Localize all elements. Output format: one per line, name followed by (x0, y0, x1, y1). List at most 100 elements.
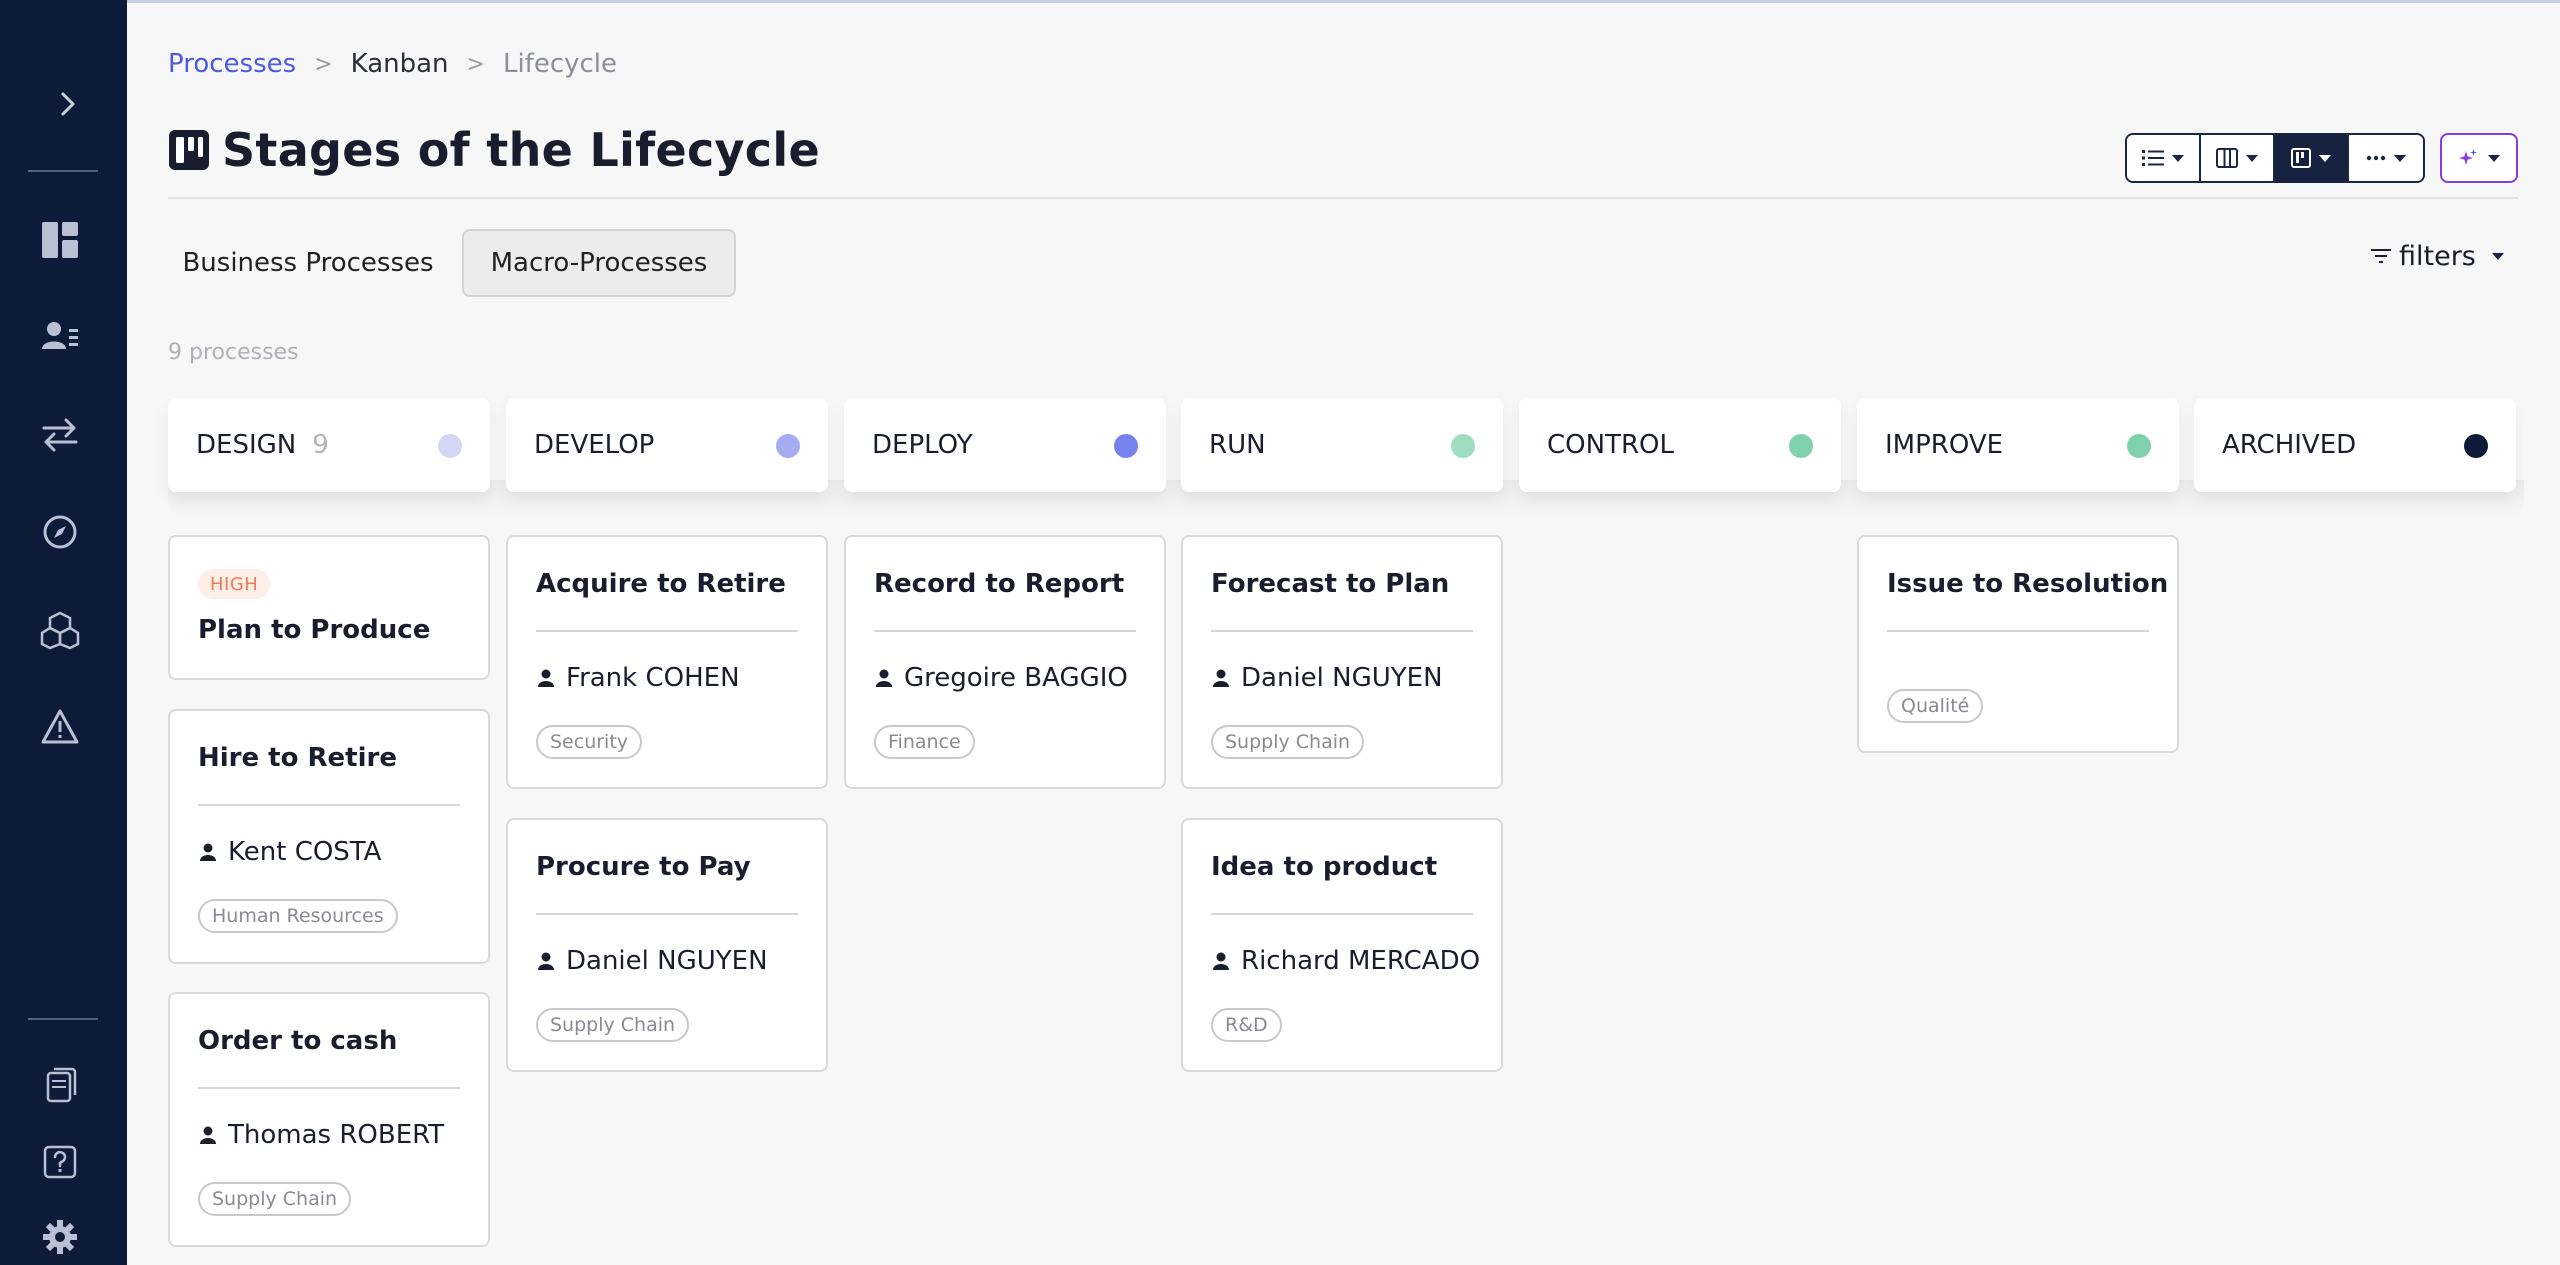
documents-icon[interactable] (38, 1063, 82, 1107)
column-header-improve[interactable]: IMPROVE (1857, 398, 2179, 492)
columns-view-button[interactable] (2201, 135, 2275, 181)
card-owner: Kent COSTA (198, 837, 381, 867)
transfer-arrows-icon[interactable] (38, 412, 82, 456)
breadcrumb-separator: > (314, 51, 333, 77)
stage-color-dot (1114, 434, 1138, 458)
column-count: 9 (312, 430, 329, 460)
domain-tag: Supply Chain (1211, 725, 1365, 759)
kanban-view-button[interactable] (2275, 135, 2349, 181)
card-divider (536, 630, 798, 632)
owner-name: Daniel NGUYEN (566, 946, 768, 976)
domain-tag: Supply Chain (536, 1008, 690, 1042)
ai-assistant-button[interactable] (2440, 133, 2518, 183)
column-header-archived[interactable]: ARCHIVED (2194, 398, 2516, 492)
process-card[interactable]: Hire to Retire Kent COSTA Human Resource… (168, 709, 490, 964)
domain-tag: Qualité (1887, 689, 1984, 723)
breadcrumb-separator: > (466, 51, 485, 77)
user-icon (538, 669, 554, 687)
breadcrumb-kanban-link[interactable]: Kanban (351, 49, 449, 79)
owner-name: Gregoire BAGGIO (904, 663, 1128, 693)
kanban-board-icon (169, 130, 209, 170)
domain-tag: Security (536, 725, 643, 759)
domain-tag: Finance (874, 725, 975, 759)
card-title: Order to cash (198, 1026, 398, 1056)
card-divider (874, 630, 1136, 632)
domain-tag: Supply Chain (198, 1182, 352, 1216)
kanban-icon (2291, 148, 2311, 168)
column-header-develop[interactable]: DEVELOP (506, 398, 828, 492)
user-icon (538, 952, 554, 970)
stage-color-dot (438, 434, 462, 458)
column-label: DEVELOP (534, 430, 655, 460)
sparkles-icon (2459, 149, 2477, 165)
process-card[interactable]: Forecast to Plan Daniel NGUYEN Supply Ch… (1181, 535, 1503, 789)
card-divider (1887, 630, 2149, 632)
breadcrumb-current: Lifecycle (502, 49, 618, 79)
user-icon (1213, 669, 1229, 687)
view-switcher (2125, 133, 2425, 183)
column-label: CONTROL (1547, 430, 1674, 460)
filters-label: filters (2399, 240, 2476, 272)
column-header-deploy[interactable]: DEPLOY (844, 398, 1166, 492)
process-card[interactable]: Order to cash Thomas ROBERT Supply Chain (168, 992, 490, 1247)
help-icon[interactable] (38, 1140, 82, 1184)
owner-name: Thomas ROBERT (228, 1120, 445, 1150)
stage-color-dot (1451, 434, 1475, 458)
filters-dropdown[interactable]: filters (2371, 238, 2504, 274)
card-title: Procure to Pay (536, 852, 751, 882)
sidebar (0, 0, 127, 1265)
column-label: DESIGN (196, 430, 297, 460)
user-icon (200, 1126, 216, 1144)
columns-icon (2216, 148, 2238, 168)
user-icon (1213, 952, 1229, 970)
expand-chevron-icon[interactable] (48, 84, 88, 124)
settings-icon[interactable] (38, 1215, 82, 1259)
process-card[interactable]: Issue to Resolution Qualité (1857, 535, 2179, 753)
column-label: ARCHIVED (2222, 430, 2357, 460)
cubes-icon[interactable] (38, 608, 82, 652)
domain-tag: R&D (1211, 1008, 1282, 1042)
user-list-icon[interactable] (38, 315, 82, 359)
card-title: Record to Report (874, 569, 1125, 599)
process-card[interactable]: Procure to Pay Daniel NGUYEN Supply Chai… (506, 818, 828, 1072)
card-divider (1211, 630, 1473, 632)
chevron-down-icon (2394, 154, 2406, 162)
card-divider (1211, 913, 1473, 915)
page-header: Stages of the Lifecycle (168, 120, 820, 180)
process-card[interactable]: Acquire to Retire Frank COHEN Security (506, 535, 828, 789)
card-title: Acquire to Retire (536, 569, 786, 599)
tab-business-processes[interactable]: Business Processes (178, 229, 438, 297)
card-divider (198, 1087, 460, 1089)
dashboard-icon[interactable] (38, 218, 82, 262)
user-icon (876, 669, 892, 687)
main-content: Processes > Kanban > Lifecycle Stages of… (168, 0, 2524, 1265)
card-title: Plan to Produce (198, 615, 431, 645)
column-label: IMPROVE (1885, 430, 2004, 460)
process-card[interactable]: Record to Report Gregoire BAGGIO Finance (844, 535, 1166, 789)
column-header-design[interactable]: DESIGN 9 (168, 398, 490, 492)
more-options-button[interactable] (2349, 135, 2423, 181)
column-header-run[interactable]: RUN (1181, 398, 1503, 492)
column-header-control[interactable]: CONTROL (1519, 398, 1841, 492)
card-owner: Daniel NGUYEN (1211, 663, 1443, 693)
process-card[interactable]: HIGH Plan to Produce (168, 535, 490, 680)
card-title: Issue to Resolution (1887, 569, 2169, 599)
card-owner: Richard MERCADO (1211, 946, 1480, 976)
filter-icon (2371, 249, 2391, 263)
warning-icon[interactable] (38, 705, 82, 749)
process-card[interactable]: Idea to product Richard MERCADO R&D (1181, 818, 1503, 1072)
tab-macro-processes[interactable]: Macro-Processes (462, 229, 736, 297)
owner-name: Frank COHEN (566, 663, 740, 693)
chevron-down-icon (2488, 154, 2500, 162)
chevron-down-icon (2491, 252, 2504, 260)
breadcrumb-processes-link[interactable]: Processes (168, 49, 296, 79)
sidebar-divider-bottom (28, 1018, 98, 1020)
card-divider (198, 804, 460, 806)
list-view-button[interactable] (2127, 135, 2201, 181)
sidebar-divider (28, 170, 98, 172)
compass-icon[interactable] (38, 510, 82, 554)
card-title: Idea to product (1211, 852, 1438, 882)
stage-color-dot (776, 434, 800, 458)
card-owner: Daniel NGUYEN (536, 946, 768, 976)
owner-name: Daniel NGUYEN (1241, 663, 1443, 693)
